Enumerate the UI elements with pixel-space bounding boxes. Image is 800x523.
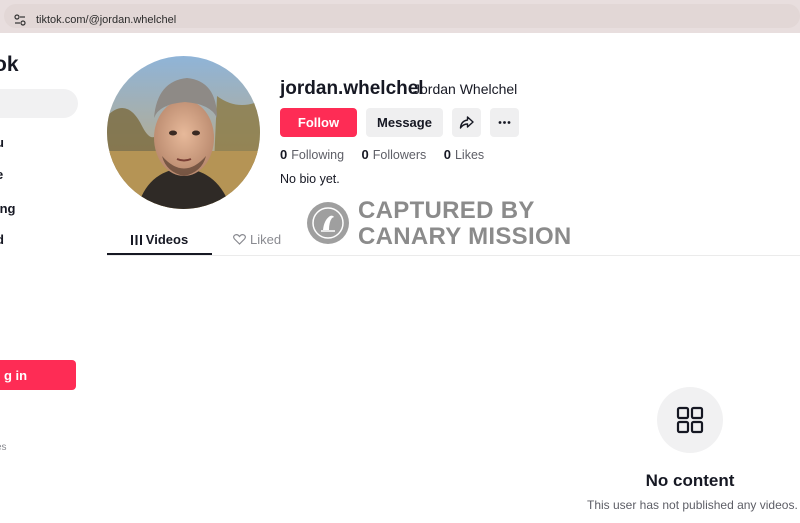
more-options-button[interactable] xyxy=(490,108,519,137)
more-icon xyxy=(498,121,511,124)
stat-followers[interactable]: 0 Followers xyxy=(362,147,427,162)
stat-following-value: 0 xyxy=(280,147,288,162)
empty-state-icon xyxy=(657,387,723,453)
stat-likes-label: Likes xyxy=(454,148,485,162)
avatar[interactable] xyxy=(107,56,260,209)
site-settings-icon[interactable] xyxy=(13,13,27,27)
grid-lines-icon xyxy=(130,235,142,245)
sidebar-item-explore[interactable]: e xyxy=(0,167,3,182)
left-sidebar: ok u e ing d g in es xyxy=(0,33,95,523)
share-icon xyxy=(459,116,474,129)
follow-button[interactable]: Follow xyxy=(280,108,357,137)
stat-following-label: Following xyxy=(291,148,345,162)
sidebar-item-following[interactable]: ing xyxy=(0,201,16,216)
sidebar-footer-text: es xyxy=(0,442,7,453)
grid-icon xyxy=(676,406,704,434)
tab-divider xyxy=(107,255,800,256)
watermark-line2: CANARY MISSION xyxy=(358,223,572,250)
search-input[interactable] xyxy=(0,89,78,118)
heart-outline-icon xyxy=(233,234,246,245)
bird-icon xyxy=(312,207,344,239)
sidebar-item-for-you[interactable]: u xyxy=(0,135,4,150)
profile-display-name: Jordan Whelchel xyxy=(413,81,518,97)
sidebar-item-upload[interactable]: d xyxy=(0,232,4,247)
share-button[interactable] xyxy=(452,108,481,137)
profile-stats: 0 Following 0 Followers 0 Likes xyxy=(280,147,498,162)
stat-followers-value: 0 xyxy=(361,147,369,162)
browser-address-bar: tiktok.com/@jordan.whelchel xyxy=(0,0,800,33)
stat-likes-value: 0 xyxy=(443,147,451,162)
profile-bio: No bio yet. xyxy=(280,172,340,186)
canary-mission-logo xyxy=(307,202,349,244)
url-field[interactable]: tiktok.com/@jordan.whelchel xyxy=(4,4,800,28)
profile-username: jordan.whelchel xyxy=(280,78,424,99)
tab-liked[interactable]: Liked xyxy=(233,232,281,247)
tiktok-logo[interactable]: ok xyxy=(0,53,19,77)
stat-followers-label: Followers xyxy=(372,148,427,162)
tab-videos-label: Videos xyxy=(145,232,189,247)
watermark-line1: CAPTURED BY xyxy=(358,197,535,224)
url-text[interactable]: tiktok.com/@jordan.whelchel xyxy=(36,14,176,26)
tab-videos[interactable]: Videos xyxy=(107,226,212,255)
tab-liked-label: Liked xyxy=(250,232,282,247)
empty-state-title: No content xyxy=(645,471,735,490)
stat-likes: 0 Likes xyxy=(444,147,484,162)
login-button[interactable]: g in xyxy=(0,360,76,390)
message-button[interactable]: Message xyxy=(366,108,443,137)
avatar-image xyxy=(107,56,260,209)
stat-following[interactable]: 0 Following xyxy=(280,147,344,162)
empty-state-subtitle: This user has not published any videos. xyxy=(587,498,798,512)
